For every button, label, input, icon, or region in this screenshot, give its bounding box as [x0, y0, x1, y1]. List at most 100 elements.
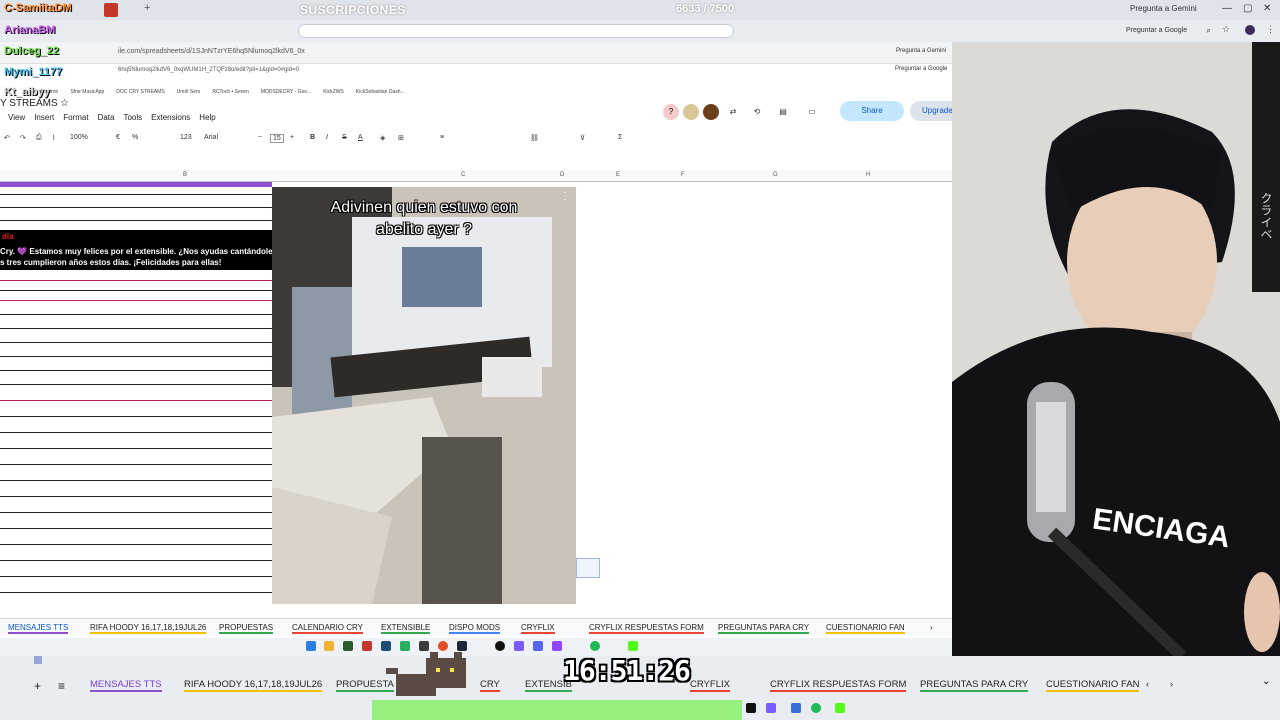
bookmark[interactable]: MODSDECRY - Goo... [261, 89, 311, 95]
collaborator-avatar[interactable] [683, 104, 699, 120]
star-icon[interactable]: ☆ [60, 98, 69, 109]
app-icon[interactable] [791, 703, 801, 713]
meet-icon[interactable]: ▭ [804, 104, 820, 120]
bookmark[interactable]: KickZWS [323, 89, 344, 95]
tab-cuestionario[interactable]: CUESTIONARIO FAN [1046, 679, 1140, 692]
close-icon[interactable]: ✕ [1263, 3, 1271, 14]
tab-rifa-hoody[interactable]: RIFA HOODY 16,17,18,19JUL26 [184, 679, 323, 692]
new-tab-icon[interactable]: + [144, 2, 150, 14]
bold-icon[interactable]: B [310, 134, 315, 141]
start-icon[interactable] [306, 641, 316, 651]
menu-help[interactable]: Help [199, 113, 215, 122]
font-size-decrease[interactable]: − [258, 134, 262, 141]
bookmark[interactable]: KickSebastian Dash... [356, 89, 405, 95]
tab-extensible[interactable]: EXTENSIBLE [381, 623, 431, 634]
scroll-indicator[interactable] [34, 656, 42, 664]
font-select[interactable]: Arial [204, 134, 218, 141]
spotify-icon[interactable] [590, 641, 600, 651]
align-icon[interactable]: ≡ [440, 134, 444, 141]
undo-icon[interactable]: ↶ [4, 134, 10, 142]
document-title[interactable]: Y STREAMS [0, 98, 58, 109]
tab-cuestionario[interactable]: CUESTIONARIO FAN [826, 623, 905, 634]
tab-favicon[interactable] [104, 3, 118, 17]
tab-preguntas[interactable]: PREGUNTAS PARA CRY [718, 623, 810, 634]
presence-icon[interactable]: ⇄ [725, 104, 741, 120]
obs-icon[interactable] [495, 641, 505, 651]
tab-cryflix-respuestas[interactable]: CRYFLIX RESPUESTAS FORM [770, 679, 907, 692]
tab-cryflix-respuestas[interactable]: CRYFLIX RESPUESTAS FORM [589, 623, 704, 634]
profile-avatar[interactable] [1245, 25, 1255, 35]
currency-button[interactable]: € [116, 134, 120, 141]
menu-format[interactable]: Format [63, 113, 88, 122]
menu-icon[interactable]: ⋮ [1266, 24, 1275, 35]
chevron-right-icon[interactable]: › [1170, 679, 1173, 690]
fill-color-icon[interactable]: ◈ [380, 134, 385, 142]
message-cell[interactable]: Cry. 💜 Estamos muy felices por el extens… [0, 244, 272, 270]
tab-rifa-hoody[interactable]: RIFA HOODY 16,17,18,19JUL26 [90, 623, 207, 634]
menu-tools[interactable]: Tools [123, 113, 142, 122]
kick-icon[interactable] [628, 641, 638, 651]
discord-icon[interactable] [533, 641, 543, 651]
explorer-icon[interactable] [324, 641, 334, 651]
filter-icon[interactable]: ⊽ [580, 134, 585, 142]
menu-extensions[interactable]: Extensions [151, 113, 190, 122]
share-button[interactable]: Share [840, 101, 904, 121]
sheet-url[interactable]: ile.com/spreadsheets/d/1SJnNTzrYE6hq5Nlu… [118, 48, 305, 55]
font-size-input[interactable]: 15 [270, 134, 284, 143]
bookmark[interactable]: Umril Sero [177, 89, 201, 95]
functions-icon[interactable]: Σ [618, 134, 622, 141]
chevron-right-icon[interactable]: › [930, 623, 933, 632]
number-format-button[interactable]: 123 [180, 134, 192, 141]
gemini-button[interactable]: Pregunta a Gemini [1130, 4, 1197, 13]
paint-format-icon[interactable]: ⌇ [52, 134, 55, 142]
tab-dispo-mods[interactable]: DISPO MODS [449, 623, 501, 634]
google-button[interactable]: Preguntar a Google [1126, 27, 1187, 34]
app-icon[interactable] [362, 641, 372, 651]
menu-data[interactable]: Data [98, 113, 115, 122]
tab-cryflix[interactable]: CRYFLIX [690, 679, 730, 692]
column-label[interactable]: H [866, 172, 870, 178]
tab-calendario-cry[interactable]: CALENDARIO CRY [292, 623, 363, 634]
search-icon[interactable]: ⌕ [1206, 25, 1211, 36]
add-sheet-icon[interactable]: + [34, 679, 41, 693]
maximize-icon[interactable]: ▢ [1243, 3, 1252, 14]
tab-cryflix[interactable]: CRYFLIX [521, 623, 555, 634]
app-icon[interactable] [766, 703, 776, 713]
sheet-url[interactable]: 6hq5Nlumoq2lkdV6_0xqWUM1H_2TQFz8o/edit?p… [118, 67, 299, 73]
percent-button[interactable]: % [132, 134, 138, 141]
column-label[interactable]: E [616, 172, 620, 178]
zoom-select[interactable]: 100% [70, 134, 88, 141]
tab-mensajes-tts[interactable]: MENSAJES TTS [8, 623, 69, 634]
column-label[interactable]: C [461, 172, 465, 178]
collaborator-avatar[interactable]: ? [663, 104, 679, 120]
print-icon[interactable]: ⎙ [36, 134, 42, 142]
google-button[interactable]: Preguntar a Google [895, 66, 947, 72]
minimize-icon[interactable]: — [1222, 3, 1232, 14]
app-icon[interactable] [514, 641, 524, 651]
app-icon[interactable] [343, 641, 353, 651]
gemini-button[interactable]: Pregunta a Gemini [896, 48, 946, 54]
star-icon[interactable]: ☆ [1222, 24, 1230, 35]
tab-preguntas[interactable]: PREGUNTAS PARA CRY [920, 679, 1029, 692]
tab-mensajes-tts[interactable]: MENSAJES TTS [90, 679, 162, 692]
column-label[interactable]: G [773, 172, 778, 178]
kick-icon[interactable] [835, 703, 845, 713]
tab-propuestas[interactable]: PROPUESTAS [219, 623, 274, 634]
redo-icon[interactable]: ↷ [20, 134, 26, 142]
collaborator-avatar[interactable] [703, 104, 719, 120]
embedded-video[interactable]: Adivinen quien estuvo con abelito ayer ?… [272, 187, 576, 604]
menu-insert[interactable]: Insert [34, 113, 54, 122]
bookmark[interactable]: RCToch • Seven [212, 89, 249, 95]
link-icon[interactable]: ⛓ [530, 134, 539, 142]
address-bar[interactable] [298, 24, 734, 38]
all-sheets-icon[interactable]: ≡ [58, 679, 65, 693]
spotify-icon[interactable] [811, 703, 821, 713]
strikethrough-icon[interactable]: S [342, 134, 347, 141]
font-size-increase[interactable]: + [290, 134, 294, 141]
bookmark[interactable]: Sfmr MusicApp [70, 89, 104, 95]
comment-icon[interactable]: ▤ [775, 104, 791, 120]
italic-icon[interactable]: I [326, 134, 328, 141]
bookmark[interactable]: DOC CRY STREAMS [116, 89, 164, 95]
app-icon[interactable] [746, 703, 756, 713]
selected-cell[interactable] [576, 558, 600, 578]
